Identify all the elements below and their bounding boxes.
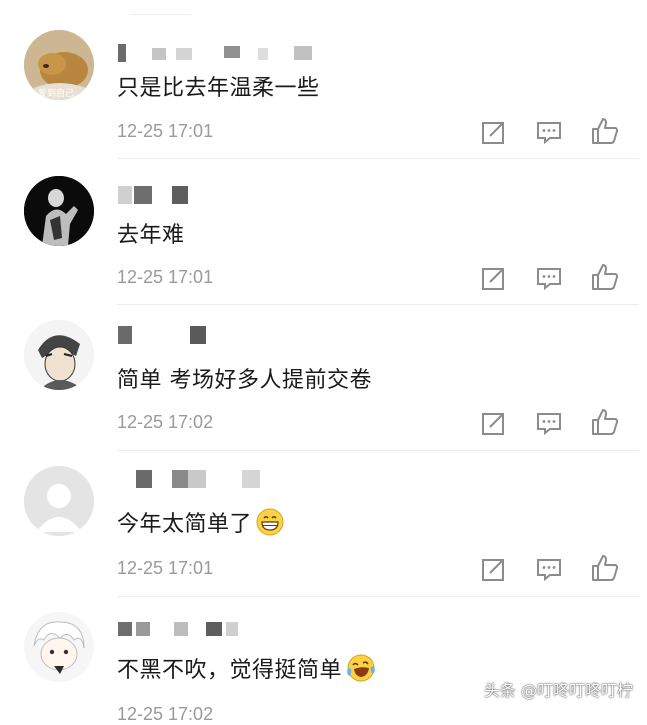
comment-time: 12-25 17:02: [117, 412, 214, 432]
divider: [117, 158, 639, 159]
avatar[interactable]: 爱到自己: [24, 30, 94, 100]
grinning-face-emoji: [256, 508, 284, 542]
edit-icon[interactable]: [481, 119, 507, 145]
watermark-text: 头条 @叮咚叮咚叮柠: [483, 681, 633, 700]
anime-avatar-image: [24, 320, 94, 390]
comment-text-label: 今年太简单了: [117, 512, 253, 537]
divider: [117, 450, 639, 451]
cartoon-avatar-image: [24, 612, 94, 682]
thumbs-up-icon[interactable]: [591, 263, 618, 290]
divider: [117, 596, 639, 597]
comment-time: 12-25 17:01: [117, 267, 214, 287]
comment-icon[interactable]: [536, 119, 562, 145]
default-avatar-image: [24, 466, 94, 536]
avatar[interactable]: [24, 466, 94, 536]
laughing-crying-face-emoji: [346, 654, 376, 688]
comment-icon[interactable]: [536, 556, 562, 582]
comment-icon[interactable]: [536, 410, 562, 436]
person-avatar-image: [24, 176, 94, 246]
edit-icon[interactable]: [481, 410, 507, 436]
comment-text: 简单 考场好多人提前交卷: [117, 368, 372, 393]
avatar[interactable]: [24, 612, 94, 682]
thumbs-up-icon[interactable]: [591, 408, 618, 435]
comment-text: 去年难: [117, 223, 185, 248]
avatar[interactable]: [24, 176, 94, 246]
comment-time: 12-25 17:02: [117, 704, 214, 724]
divider: [117, 304, 639, 305]
avatar[interactable]: [24, 320, 94, 390]
avatar-badge-text: 爱到自己: [38, 89, 75, 99]
comment-time: 12-25 17:01: [117, 121, 214, 141]
thumbs-up-icon[interactable]: [591, 117, 618, 144]
comment-icon[interactable]: [536, 265, 562, 291]
comment-text: 只是比去年温柔一些: [117, 76, 320, 101]
top-divider: [130, 14, 191, 15]
edit-icon[interactable]: [481, 556, 507, 582]
comment-time: 12-25 17:01: [117, 558, 214, 578]
comment-text: 不黑不吹，觉得挺简单: [117, 652, 376, 688]
thumbs-up-icon[interactable]: [591, 554, 618, 581]
edit-icon[interactable]: [481, 265, 507, 291]
comment-text: 今年太简单了: [117, 506, 284, 542]
comment-text-label: 不黑不吹，觉得挺简单: [117, 658, 343, 683]
